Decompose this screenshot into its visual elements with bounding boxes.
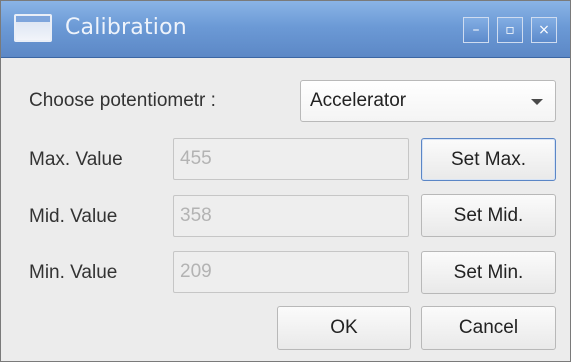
set-min-button[interactable]: Set Min. — [421, 251, 556, 294]
close-icon[interactable]: × — [531, 17, 557, 43]
window-title: Calibration — [65, 15, 187, 40]
potentiometer-selected-value: Accelerator — [310, 90, 407, 111]
potentiometer-select[interactable]: Accelerator — [300, 80, 556, 122]
min-value-text: 209 — [180, 261, 212, 282]
max-value-label: Max. Value — [29, 149, 123, 170]
ok-button[interactable]: OK — [277, 306, 411, 350]
minimize-icon[interactable]: – — [463, 17, 489, 43]
max-value-field[interactable]: 455 — [173, 138, 409, 180]
set-max-button[interactable]: Set Max. — [421, 138, 556, 181]
window-app-icon — [14, 14, 52, 42]
title-bar[interactable]: Calibration – ▫ × — [1, 1, 570, 58]
min-value-label: Min. Value — [29, 262, 118, 283]
potentiometer-label: Choose potentiometr : — [29, 90, 216, 111]
cancel-button[interactable]: Cancel — [421, 306, 556, 350]
mid-value-text: 358 — [180, 205, 212, 226]
calibration-window: Calibration – ▫ × Choose potentiometr : … — [0, 0, 571, 362]
chevron-down-icon — [531, 99, 543, 105]
min-value-field[interactable]: 209 — [173, 251, 409, 293]
mid-value-field[interactable]: 358 — [173, 195, 409, 237]
max-value-text: 455 — [180, 148, 212, 169]
set-mid-button[interactable]: Set Mid. — [421, 194, 556, 237]
mid-value-label: Mid. Value — [29, 206, 118, 227]
maximize-icon[interactable]: ▫ — [497, 17, 523, 43]
